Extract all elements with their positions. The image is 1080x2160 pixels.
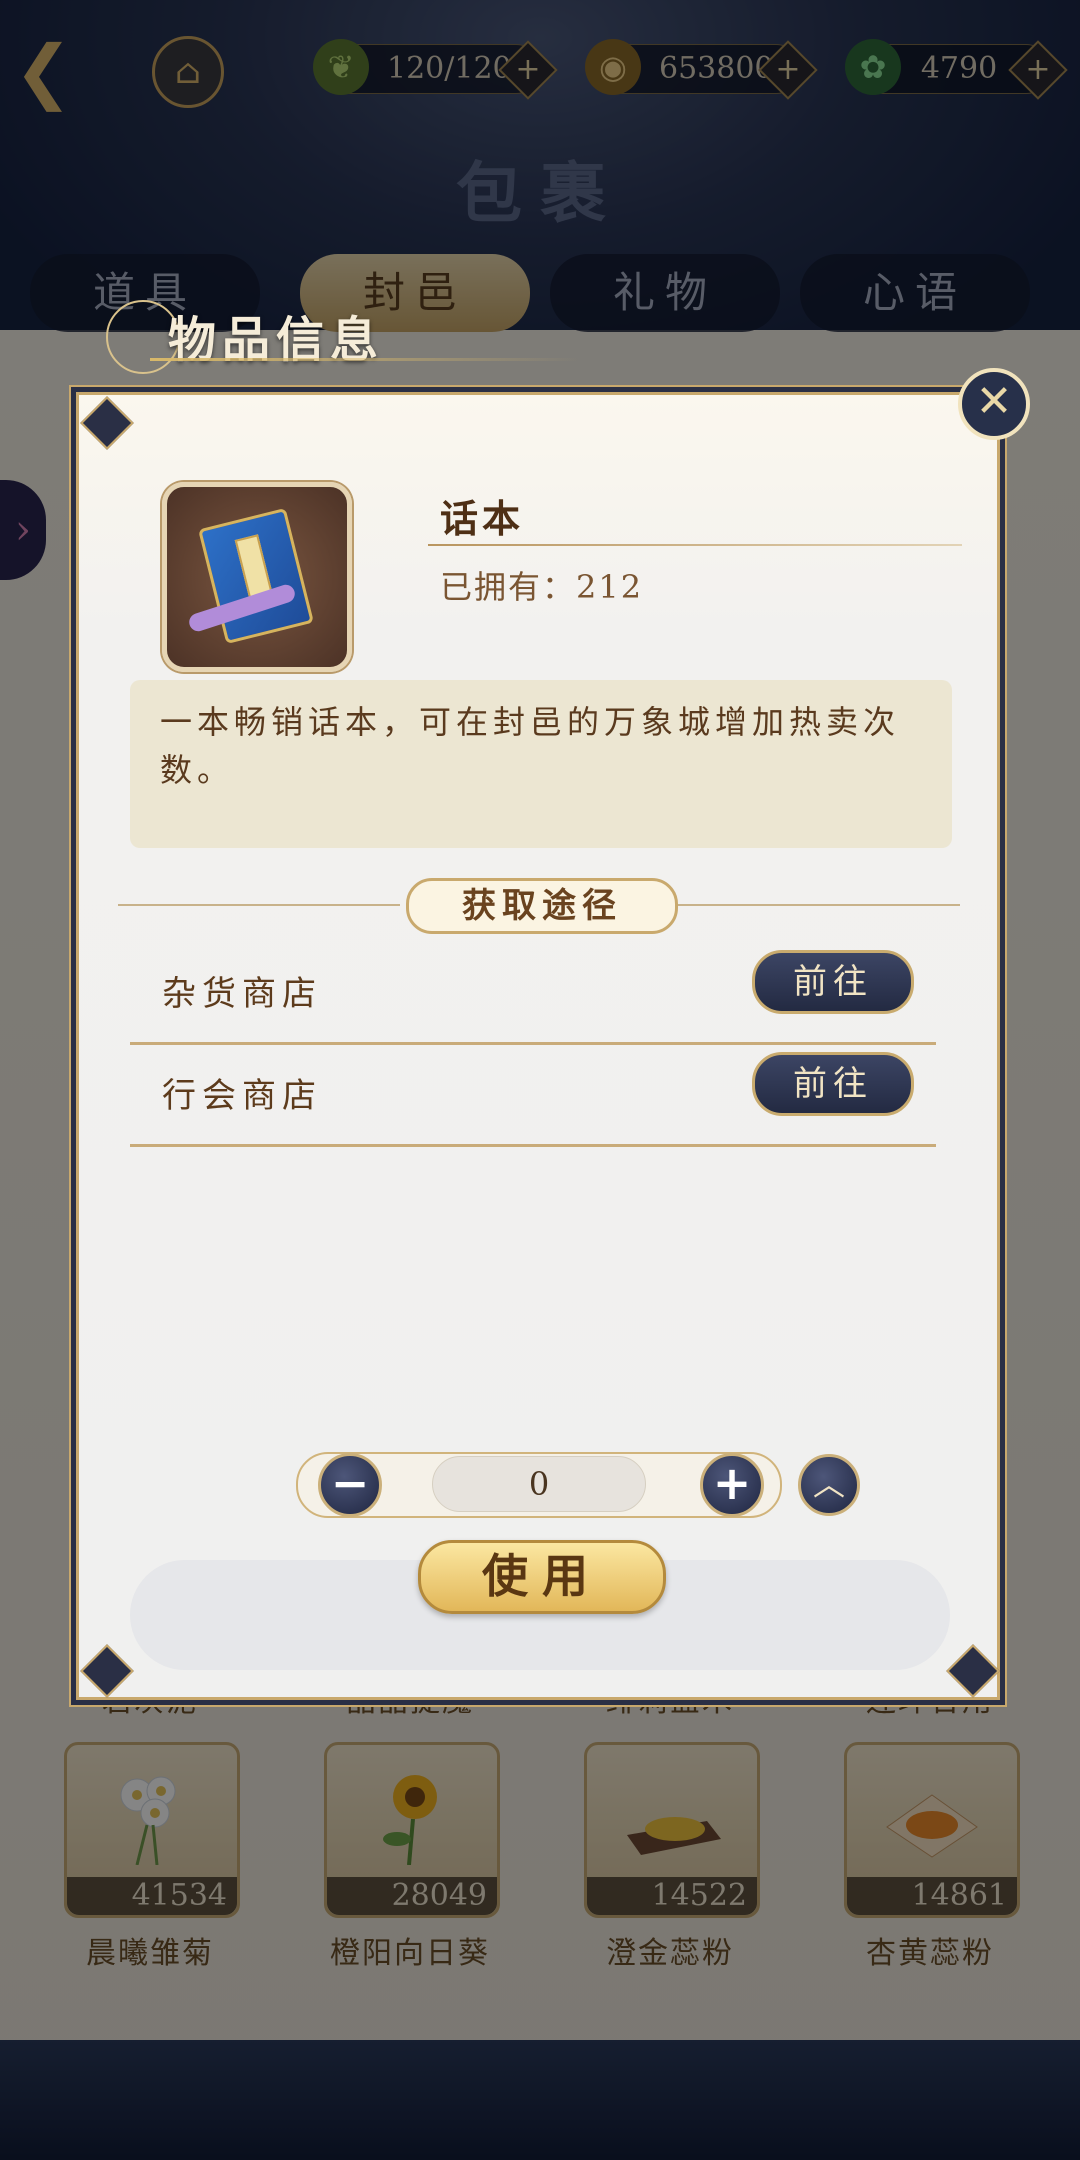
item-name: 话本 (440, 496, 525, 541)
increase-button[interactable]: + (700, 1453, 764, 1517)
source-name: 杂货商店 (162, 974, 322, 1014)
minus-icon: − (330, 1456, 370, 1510)
chevron-up-icon: ︿ (812, 1465, 845, 1503)
source-divider-left (118, 904, 400, 906)
name-divider (428, 544, 962, 546)
owned-count: 已拥有：212 (440, 568, 644, 606)
source-title: 获取途径 (406, 878, 678, 934)
decrease-button[interactable]: − (318, 1453, 382, 1517)
quantity-field[interactable]: 0 (432, 1456, 646, 1512)
title-underline (150, 358, 580, 361)
plus-icon: + (712, 1456, 752, 1510)
close-button[interactable]: ✕ (958, 368, 1030, 440)
item-icon-frame (162, 482, 352, 672)
source-name: 行会商店 (162, 1076, 322, 1116)
source-divider-right (678, 904, 960, 906)
source-row: 行会商店 前往 (130, 1044, 936, 1147)
go-button[interactable]: 前往 (752, 950, 914, 1014)
use-button[interactable]: 使用 (418, 1540, 666, 1614)
go-button[interactable]: 前往 (752, 1052, 914, 1116)
item-description: 一本畅销话本，可在封邑的万象城增加热卖次数。 (160, 703, 901, 789)
max-quantity-button[interactable]: ︿ (798, 1454, 860, 1516)
description-box: 一本畅销话本，可在封邑的万象城增加热卖次数。 (130, 680, 952, 848)
close-icon: ✕ (975, 376, 1013, 427)
source-row: 杂货商店 前往 (130, 942, 936, 1045)
